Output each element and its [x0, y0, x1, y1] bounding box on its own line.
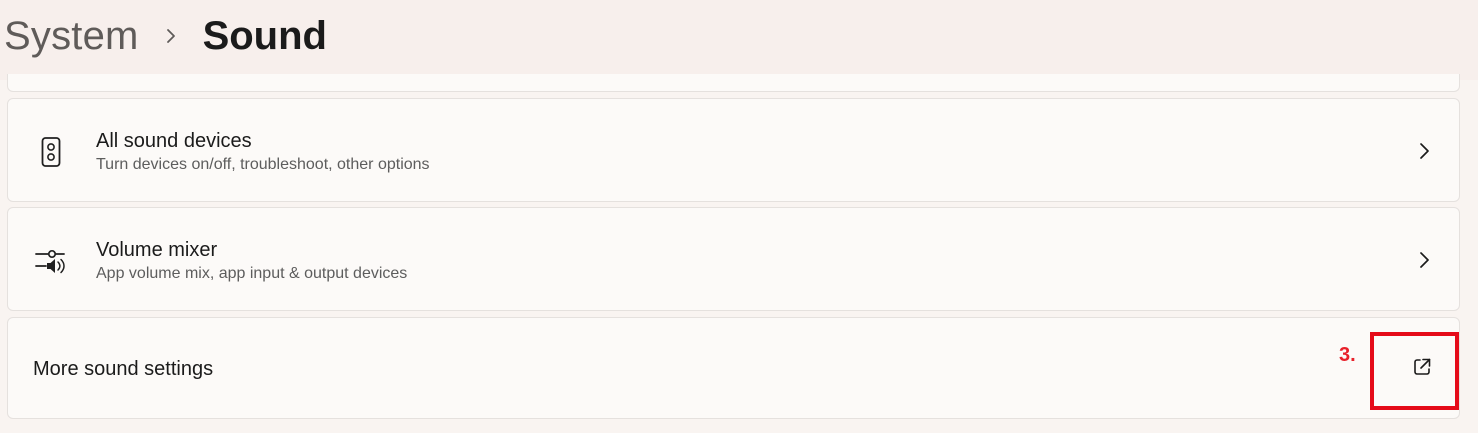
open-external-icon[interactable] — [1410, 355, 1434, 379]
previous-setting-card[interactable] — [7, 74, 1460, 92]
page-header: System Sound — [0, 0, 1478, 80]
chevron-right-icon — [139, 12, 203, 60]
more-sound-settings-card[interactable]: More sound settings 3. — [7, 317, 1460, 419]
all-sound-devices-title: All sound devices — [96, 130, 252, 152]
volume-mixer-card[interactable]: Volume mixer App volume mix, app input &… — [7, 207, 1460, 311]
speaker-device-icon — [34, 135, 68, 169]
breadcrumb: System Sound — [4, 12, 327, 60]
volume-mixer-title: Volume mixer — [96, 239, 218, 261]
page-title: Sound — [202, 14, 327, 58]
settings-content: All sound devices Turn devices on/off, t… — [0, 74, 1478, 433]
volume-mixer-icon — [34, 244, 68, 278]
step-annotation-label: 3. — [1339, 344, 1356, 366]
all-sound-devices-card[interactable]: All sound devices Turn devices on/off, t… — [7, 98, 1460, 202]
more-sound-settings-title: More sound settings — [33, 358, 214, 380]
chevron-right-icon[interactable] — [1413, 139, 1435, 163]
all-sound-devices-description: Turn devices on/off, troubleshoot, other… — [96, 156, 430, 173]
breadcrumb-system[interactable]: System — [4, 12, 139, 60]
volume-mixer-description: App volume mix, app input & output devic… — [96, 265, 408, 282]
chevron-right-icon[interactable] — [1413, 248, 1435, 272]
